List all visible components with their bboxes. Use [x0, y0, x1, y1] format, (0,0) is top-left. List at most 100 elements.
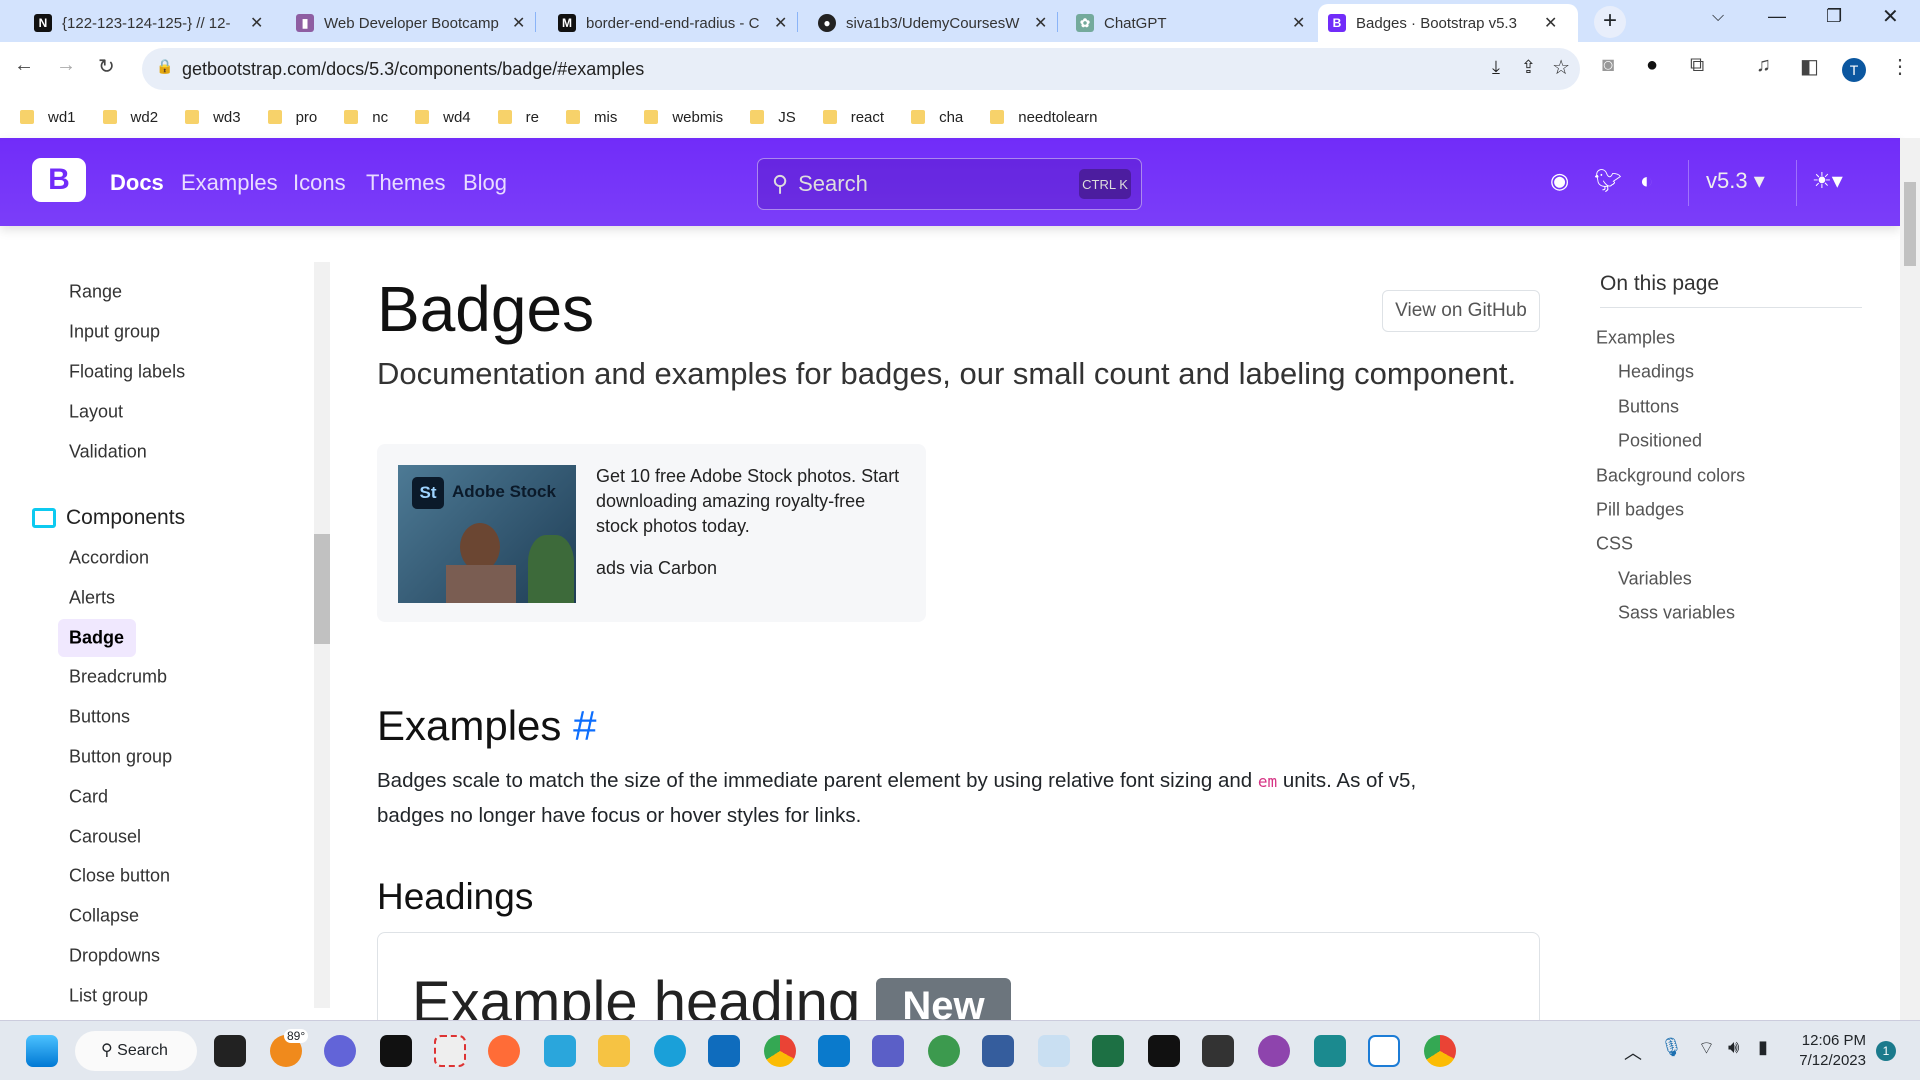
sidebar-item[interactable]: Floating labels	[69, 362, 185, 383]
toc-link[interactable]: Background colors	[1596, 465, 1745, 486]
version-dropdown[interactable]: v5.3 ▾	[1706, 168, 1765, 194]
close-tab-icon[interactable]: ✕	[774, 13, 787, 33]
remote-app-icon[interactable]	[1314, 1035, 1346, 1067]
bookmark-folder[interactable]: webmis	[644, 109, 723, 126]
postman-icon[interactable]	[488, 1035, 520, 1067]
task-view-icon[interactable]	[214, 1035, 246, 1067]
outlook-icon[interactable]	[708, 1035, 740, 1067]
extension-icon[interactable]: ●	[1646, 54, 1658, 77]
ad-text[interactable]: Get 10 free Adobe Stock photos. Start do…	[596, 464, 906, 539]
sidebar-item[interactable]: Card	[69, 786, 108, 807]
nav-examples[interactable]: Examples	[181, 170, 278, 196]
bookmark-folder[interactable]: wd1	[20, 109, 76, 126]
toc-link[interactable]: CSS	[1596, 534, 1633, 555]
terminal-icon[interactable]	[1148, 1035, 1180, 1067]
notification-badge[interactable]: 1	[1876, 1041, 1896, 1061]
browser-tab[interactable]: ● siva1b3/UdemyCoursesW ✕	[808, 4, 1057, 42]
excel-icon[interactable]	[1092, 1035, 1124, 1067]
microphone-icon[interactable]: 🎙︎	[1660, 1037, 1683, 1058]
close-tab-icon[interactable]: ✕	[1292, 13, 1305, 33]
bookmark-folder[interactable]: re	[497, 109, 539, 126]
bookmark-folder[interactable]: react	[822, 109, 884, 126]
clock[interactable]: 12:06 PM 7/12/2023	[1790, 1031, 1866, 1071]
notepad-icon[interactable]	[544, 1035, 576, 1067]
bookmark-star-icon[interactable]: ☆	[1552, 55, 1570, 80]
globe-app-icon[interactable]	[928, 1035, 960, 1067]
toc-link[interactable]: Headings	[1618, 362, 1694, 383]
browser-tab[interactable]: ▮ Web Developer Bootcamp ✕	[286, 4, 535, 42]
browser-tab[interactable]: Mborder-end-end-radius - C ✕	[548, 4, 797, 42]
menu-icon[interactable]: ⋮	[1890, 54, 1910, 79]
page-scrollbar[interactable]	[1900, 138, 1920, 1020]
sidebar-item-active[interactable]: Badge	[69, 627, 124, 648]
browser-tab-active[interactable]: B Badges · Bootstrap v5.3 ✕	[1318, 4, 1578, 42]
share-icon[interactable]: ⇪	[1521, 57, 1536, 78]
sidebar-item[interactable]: Breadcrumb	[69, 667, 167, 688]
profile-avatar[interactable]: T	[1842, 58, 1866, 82]
tab-search-icon[interactable]: ⌵	[1712, 8, 1724, 26]
toc-link[interactable]: Pill badges	[1596, 500, 1684, 521]
sidebar-item[interactable]: Close button	[69, 866, 170, 887]
sidebar-item[interactable]: Validation	[69, 442, 147, 463]
media-icon[interactable]: ♫	[1756, 54, 1771, 77]
toc-link[interactable]: Buttons	[1618, 396, 1679, 417]
chrome-active-icon[interactable]	[1424, 1035, 1456, 1067]
extensions-puzzle-icon[interactable]: ⧉	[1690, 54, 1704, 77]
mail-icon[interactable]	[1368, 1035, 1400, 1067]
bookmark-folder[interactable]: pro	[267, 109, 317, 126]
close-tab-icon[interactable]: ✕	[250, 13, 263, 33]
meet-icon[interactable]	[324, 1035, 356, 1067]
teams-icon[interactable]	[872, 1035, 904, 1067]
scrollbar-thumb[interactable]	[1904, 182, 1916, 266]
sidebar-item[interactable]: List group	[69, 985, 148, 1006]
sidebar-item[interactable]: Buttons	[69, 707, 130, 728]
sidebar-item[interactable]: Collapse	[69, 906, 139, 927]
scrollbar-thumb[interactable]	[314, 534, 330, 644]
sidebar-item[interactable]: Layout	[69, 402, 123, 423]
nav-blog[interactable]: Blog	[463, 170, 507, 196]
toc-link[interactable]: Sass variables	[1618, 603, 1735, 624]
twitter-icon[interactable]: 🐦︎	[1594, 168, 1622, 194]
sidebar-item[interactable]: Accordion	[69, 548, 149, 569]
windows-start-icon[interactable]	[26, 1035, 58, 1067]
sidebar-item[interactable]: Alerts	[69, 587, 115, 608]
sidebar-item[interactable]: Dropdowns	[69, 946, 160, 967]
bootstrap-logo[interactable]: B	[32, 158, 86, 202]
docs-search-input[interactable]: ⚲ Search CTRL K	[757, 158, 1142, 210]
install-icon[interactable]: ⤓	[1492, 57, 1500, 78]
minimize-button[interactable]: —	[1768, 6, 1786, 27]
webex-icon[interactable]	[380, 1035, 412, 1067]
sidebar-scrollbar[interactable]	[314, 262, 330, 1008]
close-tab-icon[interactable]: ✕	[512, 13, 525, 33]
bookmark-folder[interactable]: needtolearn	[990, 109, 1097, 126]
reload-icon[interactable]: ↻	[98, 54, 115, 79]
toc-link[interactable]: Examples	[1596, 328, 1675, 349]
restore-button[interactable]: ❐	[1826, 6, 1842, 27]
show-hidden-icons[interactable]: ︿	[1624, 1039, 1642, 1065]
sidebar-section-components[interactable]: Components	[66, 506, 185, 530]
ad-via-carbon-link[interactable]: ads via Carbon	[596, 558, 717, 579]
bookmark-folder[interactable]: wd3	[185, 109, 241, 126]
browser-tab[interactable]: ✿ ChatGPT ✕	[1066, 4, 1316, 42]
ad-image[interactable]: St Adobe Stock	[398, 465, 576, 603]
snipping-tool-icon[interactable]	[434, 1035, 466, 1067]
edge-icon[interactable]	[654, 1035, 686, 1067]
vscode-icon[interactable]	[818, 1035, 850, 1067]
anchor-link[interactable]: #	[573, 702, 596, 749]
file-explorer-icon[interactable]	[598, 1035, 630, 1067]
bookmark-folder[interactable]: cha	[911, 109, 963, 126]
bookmark-folder[interactable]: wd2	[102, 109, 158, 126]
close-tab-icon[interactable]: ✕	[1544, 13, 1557, 33]
github-icon[interactable]: ◉	[1550, 168, 1569, 194]
sidebar-item[interactable]: Button group	[69, 747, 172, 768]
view-on-github-button[interactable]: View on GitHub	[1382, 290, 1540, 332]
side-panel-icon[interactable]: ◧	[1800, 54, 1819, 79]
opencollective-icon[interactable]: ◐	[1640, 168, 1653, 194]
bookmark-folder[interactable]: mis	[566, 109, 617, 126]
battery-icon[interactable]: ▮	[1758, 1037, 1768, 1058]
bookmark-folder[interactable]: nc	[344, 109, 388, 126]
bookmark-folder[interactable]: wd4	[415, 109, 471, 126]
sidebar-item[interactable]: Carousel	[69, 826, 141, 847]
github-desktop-icon[interactable]	[1258, 1035, 1290, 1067]
app-icon[interactable]	[982, 1035, 1014, 1067]
